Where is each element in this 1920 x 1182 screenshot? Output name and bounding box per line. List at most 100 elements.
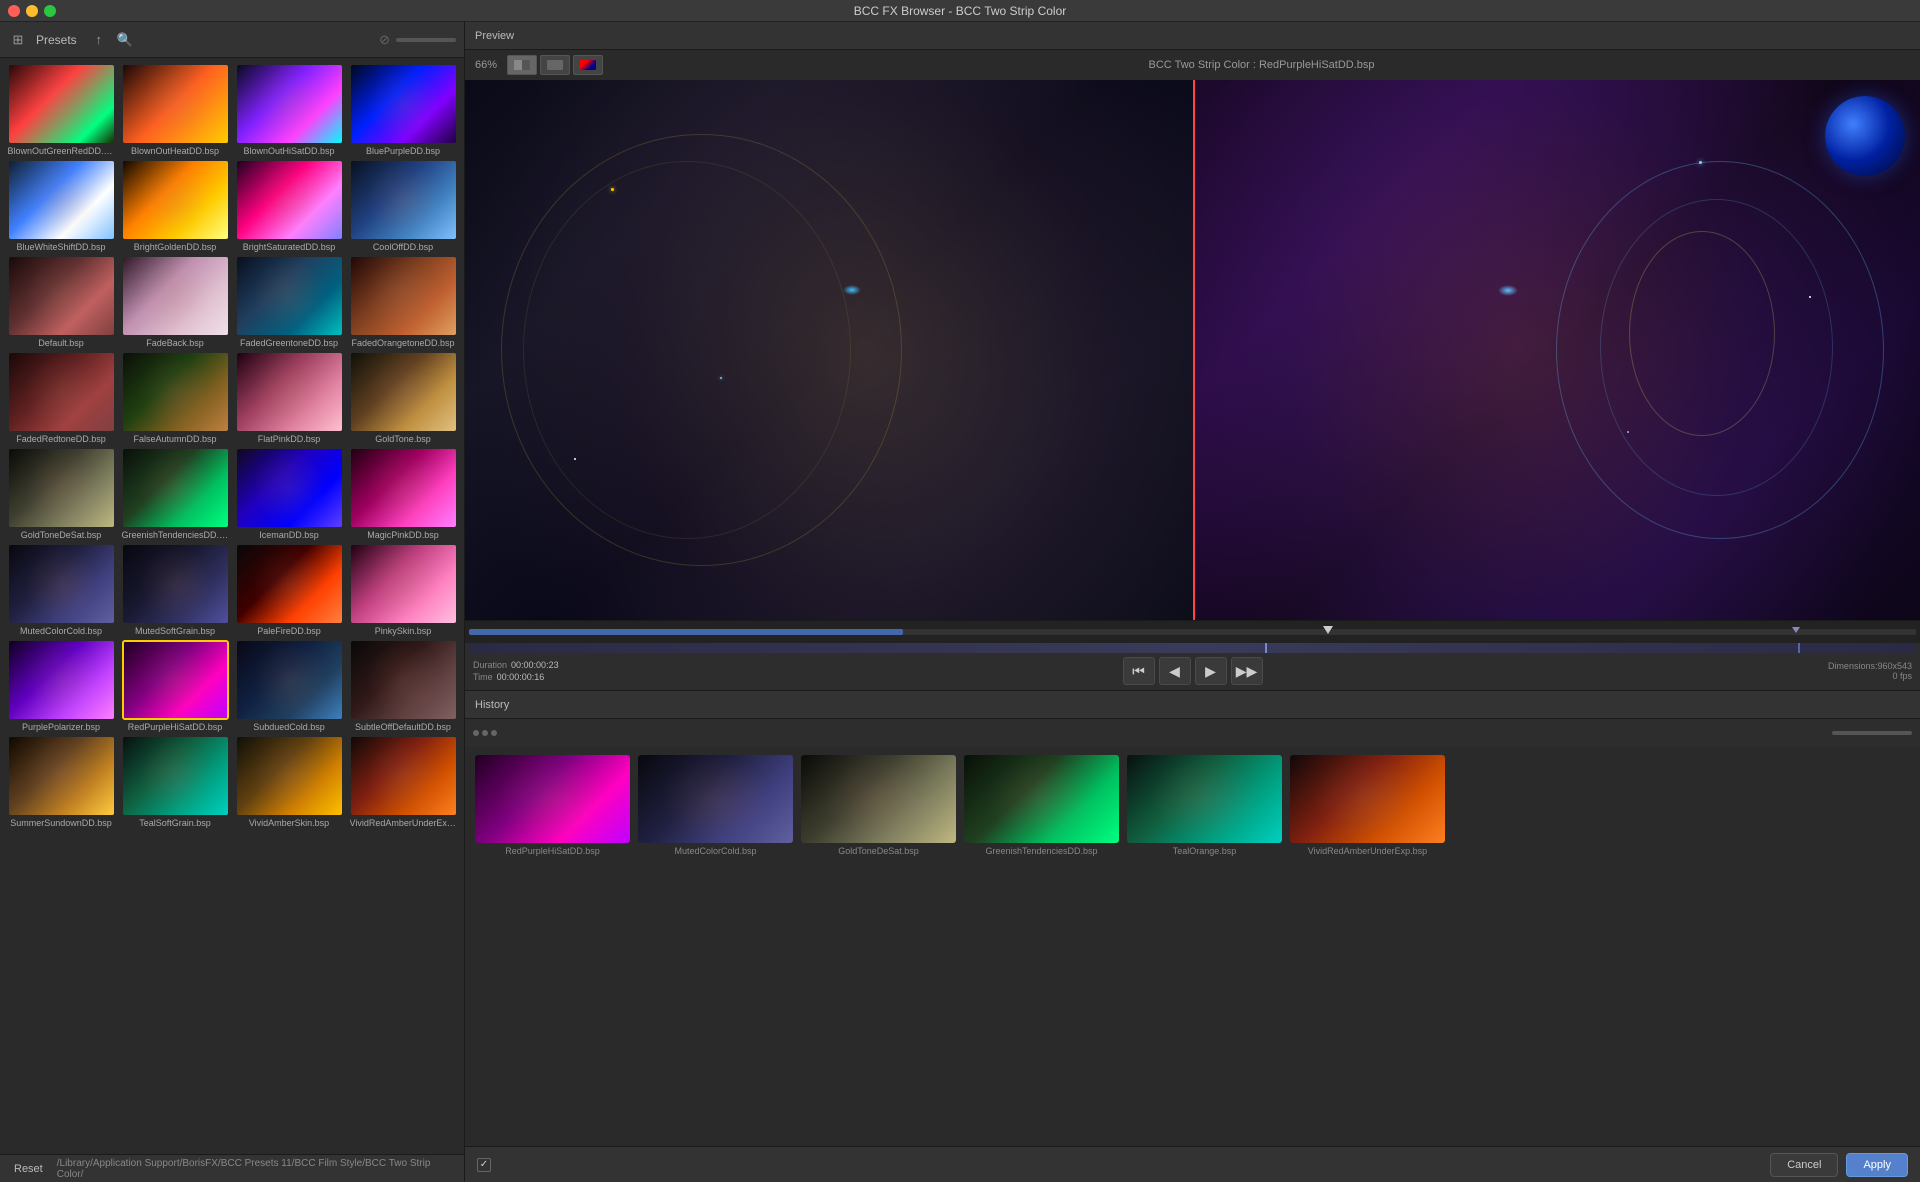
- preset-thumb-inner: [351, 65, 456, 143]
- step-forward-button[interactable]: ▶▶: [1231, 657, 1263, 685]
- preset-item[interactable]: Default.bsp: [6, 256, 116, 348]
- history-item[interactable]: TealOrange.bsp: [1127, 755, 1282, 856]
- apply-button[interactable]: Apply: [1846, 1153, 1908, 1177]
- main-layout: ⊞ Presets ↑ 🔍 ⊘ BlownOutGreenRedDD.bspBl…: [0, 22, 1920, 1182]
- face-overlay: [351, 257, 456, 335]
- preset-thumb-inner: [9, 641, 114, 719]
- filter-icon[interactable]: ⊘: [379, 32, 390, 48]
- history-item[interactable]: MutedColorCold.bsp: [638, 755, 793, 856]
- preset-name: FadeBack.bsp: [146, 338, 204, 348]
- play-icon: ▶: [1205, 663, 1216, 680]
- preset-thumb-inner: [351, 161, 456, 239]
- rewind-to-start-button[interactable]: ⏮: [1123, 657, 1155, 685]
- preset-item[interactable]: SummerSundownDD.bsp: [6, 736, 116, 828]
- upload-icon[interactable]: ↑: [89, 30, 109, 50]
- preset-item[interactable]: MutedSoftGrain.bsp: [120, 544, 230, 636]
- preset-thumb-inner: [123, 353, 228, 431]
- preset-item[interactable]: BlownOutGreenRedDD.bsp: [6, 64, 116, 156]
- search-icon[interactable]: 🔍: [115, 30, 135, 50]
- preset-thumb-inner: [237, 65, 342, 143]
- preset-thumbnail: [122, 64, 229, 144]
- preset-thumb-inner: [351, 545, 456, 623]
- preset-item[interactable]: BlueWhiteShiftDD.bsp: [6, 160, 116, 252]
- history-scrollbar[interactable]: [1832, 731, 1912, 735]
- preset-thumb-inner: [351, 257, 456, 335]
- time-label: Time: [473, 672, 493, 682]
- preset-item[interactable]: PinkySkin.bsp: [348, 544, 458, 636]
- preset-item[interactable]: BrightSaturatedDD.bsp: [234, 160, 344, 252]
- preset-item[interactable]: BluePurpleDD.bsp: [348, 64, 458, 156]
- preset-item[interactable]: VividRedAmberUnderExp.bsp: [348, 736, 458, 828]
- face-overlay: [475, 755, 630, 843]
- before-view-button[interactable]: [540, 55, 570, 75]
- preset-thumbnail: [8, 352, 115, 432]
- preset-item[interactable]: BlownOutHeatDD.bsp: [120, 64, 230, 156]
- split-view-button[interactable]: [507, 55, 537, 75]
- preset-item[interactable]: PurplePolarizer.bsp: [6, 640, 116, 732]
- preset-item[interactable]: SubtleOffDefaultDD.bsp: [348, 640, 458, 732]
- preset-item[interactable]: GreenishTendenciesDD.bsp: [120, 448, 230, 540]
- right-panel: Preview 66% BCC Two Strip Color : RedPur…: [465, 22, 1920, 1182]
- preset-item[interactable]: CoolOffDD.bsp: [348, 160, 458, 252]
- after-view-button[interactable]: [573, 55, 603, 75]
- play-button[interactable]: ▶: [1195, 657, 1227, 685]
- preset-item[interactable]: FadeBack.bsp: [120, 256, 230, 348]
- face-overlay: [638, 755, 793, 843]
- preset-thumbnail: [8, 736, 115, 816]
- preset-item[interactable]: RedPurpleHiSatDD.bsp: [120, 640, 230, 732]
- checkbox-check-icon: ✓: [480, 1159, 488, 1170]
- timeline-bar: [469, 643, 1916, 653]
- history-controls: [465, 719, 1920, 747]
- preset-name: SubduedCold.bsp: [253, 722, 325, 732]
- close-button[interactable]: [8, 5, 20, 17]
- preset-name: SubtleOffDefaultDD.bsp: [355, 722, 451, 732]
- apply-checkbox[interactable]: ✓: [477, 1158, 491, 1172]
- history-dots: [473, 730, 497, 736]
- preset-item[interactable]: TealSoftGrain.bsp: [120, 736, 230, 828]
- preset-thumb-inner: [351, 737, 456, 815]
- minimize-button[interactable]: [26, 5, 38, 17]
- preset-item[interactable]: PaleFireDD.bsp: [234, 544, 344, 636]
- history-label: History: [475, 699, 509, 711]
- face-overlay: [351, 641, 456, 719]
- preset-item[interactable]: SubduedCold.bsp: [234, 640, 344, 732]
- preset-item[interactable]: MagicPinkDD.bsp: [348, 448, 458, 540]
- preset-item[interactable]: FadedRedtoneDD.bsp: [6, 352, 116, 444]
- history-item[interactable]: VividRedAmberUnderExp.bsp: [1290, 755, 1445, 856]
- grid-icon[interactable]: ⊞: [8, 30, 28, 50]
- history-item-name: MutedColorCold.bsp: [674, 846, 756, 856]
- preset-item[interactable]: BlownOutHiSatDD.bsp: [234, 64, 344, 156]
- face-overlay: [9, 737, 114, 815]
- preset-item[interactable]: FadedOrangetoneDD.bsp: [348, 256, 458, 348]
- preset-thumbnail: [122, 160, 229, 240]
- zoom-slider[interactable]: [396, 38, 456, 42]
- preset-thumb-inner: [237, 353, 342, 431]
- traffic-lights: [8, 5, 56, 17]
- reset-button[interactable]: Reset: [8, 1161, 49, 1177]
- step-back-button[interactable]: ◀: [1159, 657, 1191, 685]
- maximize-button[interactable]: [44, 5, 56, 17]
- history-item[interactable]: RedPurpleHiSatDD.bsp: [475, 755, 630, 856]
- preset-thumb-inner: [123, 737, 228, 815]
- after-view-icon: [580, 60, 596, 70]
- preset-item[interactable]: FadedGreentoneDD.bsp: [234, 256, 344, 348]
- face-overlay: [351, 353, 456, 431]
- preset-item[interactable]: GoldToneDeSat.bsp: [6, 448, 116, 540]
- history-item[interactable]: GoldToneDeSat.bsp: [801, 755, 956, 856]
- bottom-bar: ✓ Cancel Apply: [465, 1146, 1920, 1182]
- preset-item[interactable]: GoldTone.bsp: [348, 352, 458, 444]
- playback-controls-row: Duration 00:00:00:23 Time 00:00:00:16 ⏮ …: [465, 653, 1920, 689]
- preset-item[interactable]: VividAmberSkin.bsp: [234, 736, 344, 828]
- preset-item[interactable]: FalseAutumnDD.bsp: [120, 352, 230, 444]
- preset-item[interactable]: IcemanDD.bsp: [234, 448, 344, 540]
- history-item[interactable]: GreenishTendenciesDD.bsp: [964, 755, 1119, 856]
- preset-thumb-inner: [237, 641, 342, 719]
- history-item-name: GreenishTendenciesDD.bsp: [985, 846, 1097, 856]
- scrubber-track[interactable]: [469, 629, 1916, 635]
- preset-thumb-inner: [123, 449, 228, 527]
- cancel-button[interactable]: Cancel: [1770, 1153, 1838, 1177]
- preset-item[interactable]: BrightGoldenDD.bsp: [120, 160, 230, 252]
- preset-item[interactable]: FlatPinkDD.bsp: [234, 352, 344, 444]
- preset-name: MutedColorCold.bsp: [20, 626, 102, 636]
- preset-item[interactable]: MutedColorCold.bsp: [6, 544, 116, 636]
